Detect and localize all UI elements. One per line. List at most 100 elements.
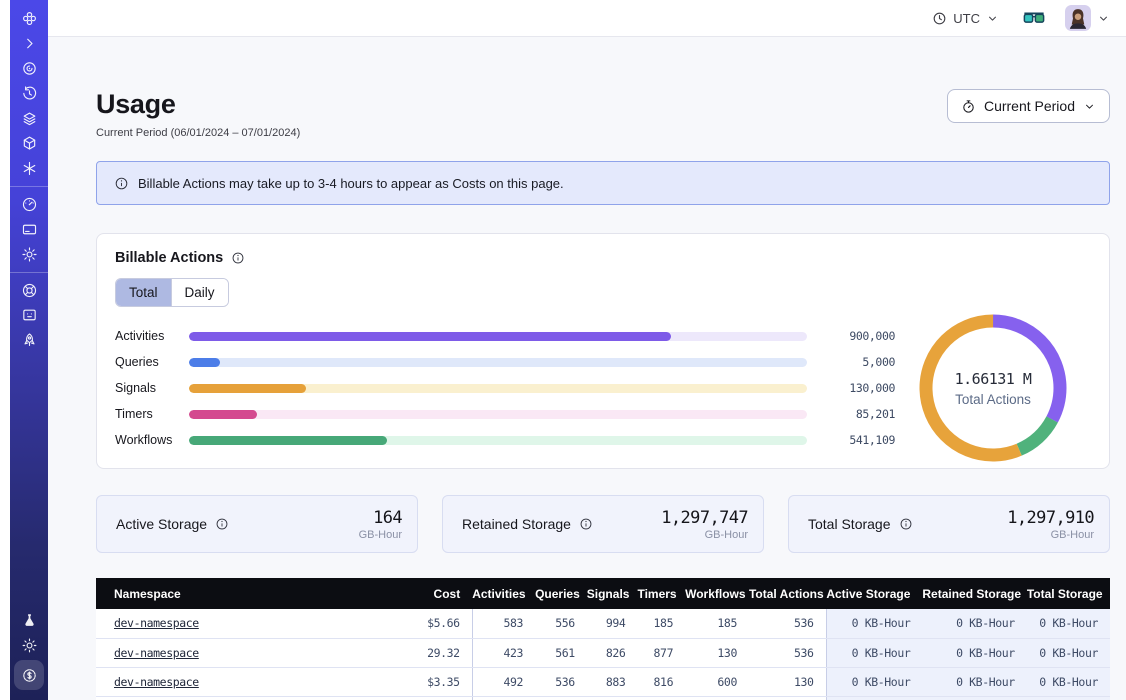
table-cell bbox=[587, 696, 638, 700]
main-area: Usage Current Period (06/01/2024 – 07/01… bbox=[48, 37, 1126, 700]
tab-total[interactable]: Total bbox=[116, 279, 171, 306]
chevron-right-icon[interactable] bbox=[17, 32, 41, 55]
table-cell: 0 KB-Hour bbox=[922, 638, 1026, 667]
column-header: Signals bbox=[587, 578, 638, 609]
layers-icon[interactable] bbox=[17, 107, 41, 130]
table-cell: 816 bbox=[637, 667, 685, 696]
bar-label: Workflows bbox=[115, 433, 189, 447]
table-cell: 423 bbox=[472, 638, 535, 667]
credit-card-icon[interactable] bbox=[17, 218, 41, 241]
storage-card-value: 164 bbox=[359, 508, 402, 528]
avatar bbox=[1065, 5, 1091, 31]
page-subtitle: Current Period (06/01/2024 – 07/01/2024) bbox=[96, 127, 300, 139]
table-cell: 561 bbox=[535, 638, 587, 667]
usage-nav-active[interactable] bbox=[14, 660, 44, 690]
table-cell bbox=[685, 696, 749, 700]
asterisk-icon[interactable] bbox=[17, 157, 41, 180]
bar-value: 85,201 bbox=[817, 407, 895, 421]
table-cell: 994 bbox=[587, 609, 638, 638]
column-header: Namespace bbox=[96, 578, 395, 609]
table-cell: 0 KB-Hour bbox=[922, 609, 1026, 638]
table-cell bbox=[637, 696, 685, 700]
column-header: Retained Storage bbox=[922, 578, 1026, 609]
bar-row: Workflows 541,109 bbox=[115, 427, 895, 453]
table-row: dev-namespace$3.354925368838166001300 KB… bbox=[96, 667, 1110, 696]
bar-value: 130,000 bbox=[817, 381, 895, 395]
table-row: dev-namespace29.324235618268771305360 KB… bbox=[96, 638, 1110, 667]
bar-row: Activities900,000 bbox=[115, 323, 895, 349]
gear-icon[interactable] bbox=[17, 243, 41, 266]
table-cell: 185 bbox=[637, 609, 685, 638]
bar-value: 541,109 bbox=[817, 433, 895, 447]
flask-icon[interactable] bbox=[17, 609, 41, 632]
table-row-partial bbox=[96, 696, 1110, 700]
bar-value: 5,000 bbox=[817, 355, 895, 369]
banner-text: Billable Actions may take up to 3-4 hour… bbox=[138, 176, 564, 191]
bar-label: Queries bbox=[115, 355, 189, 369]
table-cell: 583 bbox=[472, 609, 535, 638]
table-cell: $3.35 bbox=[395, 667, 472, 696]
period-dropdown-button[interactable]: Current Period bbox=[947, 89, 1110, 123]
table-cell: 185 bbox=[685, 609, 749, 638]
table-cell bbox=[749, 696, 826, 700]
bar-row: Queries 5,000 bbox=[115, 349, 895, 375]
bar-track bbox=[189, 384, 807, 393]
table-cell bbox=[96, 696, 395, 700]
namespace-usage-table: NamespaceCostActivitiesQueriesSignalsTim… bbox=[96, 578, 1110, 700]
user-menu[interactable] bbox=[1065, 5, 1110, 31]
sun-icon[interactable] bbox=[17, 634, 41, 657]
table-cell: 826 bbox=[587, 638, 638, 667]
info-banner: Billable Actions may take up to 3-4 hour… bbox=[96, 161, 1110, 205]
bar-track bbox=[189, 410, 807, 419]
storage-card-value: 1,297,910 bbox=[1007, 508, 1094, 528]
info-icon[interactable] bbox=[899, 517, 913, 531]
table-cell: 600 bbox=[685, 667, 749, 696]
namespaces-icon[interactable] bbox=[17, 57, 41, 80]
bar-track bbox=[189, 332, 807, 341]
table-cell: 0 KB-Hour bbox=[826, 667, 922, 696]
namespace-link[interactable]: dev-namespace bbox=[114, 616, 199, 630]
table-cell: dev-namespace bbox=[96, 667, 395, 696]
column-header: Total Storage bbox=[1027, 578, 1110, 609]
table-cell: 883 bbox=[587, 667, 638, 696]
donut-chart: 1.66131 M Total Actions bbox=[895, 313, 1091, 463]
table-cell bbox=[472, 696, 535, 700]
namespace-link[interactable]: dev-namespace bbox=[114, 675, 199, 689]
page-title: Usage bbox=[96, 89, 300, 120]
bar-label: Activities bbox=[115, 329, 189, 343]
bar-fill bbox=[189, 384, 306, 393]
temporal-logo[interactable] bbox=[17, 7, 41, 30]
donut-total-label: Total Actions bbox=[955, 392, 1031, 407]
bar-fill bbox=[189, 436, 387, 445]
table-cell: 0 KB-Hour bbox=[922, 667, 1026, 696]
table-cell: 536 bbox=[749, 609, 826, 638]
storage-card-label: Active Storage bbox=[116, 516, 207, 532]
stopwatch-icon bbox=[961, 99, 976, 114]
storage-card-label: Retained Storage bbox=[462, 516, 571, 532]
cube-icon[interactable] bbox=[17, 132, 41, 155]
bar-row: Timers85,201 bbox=[115, 401, 895, 427]
lifebuoy-icon[interactable] bbox=[17, 279, 41, 302]
info-icon[interactable] bbox=[231, 251, 245, 265]
history-icon[interactable] bbox=[17, 82, 41, 105]
column-header: Timers bbox=[637, 578, 685, 609]
monitor-feedback-icon[interactable] bbox=[17, 304, 41, 327]
storage-card-unit: GB-Hour bbox=[359, 529, 402, 541]
storage-cards: Active Storage 164 GB-Hour Retained Stor… bbox=[96, 495, 1110, 553]
rocket-icon[interactable] bbox=[17, 329, 41, 352]
total-storage-card: Total Storage 1,297,910 GB-Hour bbox=[788, 495, 1110, 553]
info-icon[interactable] bbox=[579, 517, 593, 531]
total-daily-tabs: Total Daily bbox=[115, 278, 229, 307]
bar-chart-rows: Activities900,000Queries5,000Signals130,… bbox=[115, 323, 895, 453]
bar-track bbox=[189, 436, 807, 445]
table-cell: 0 KB-Hour bbox=[826, 609, 922, 638]
info-icon[interactable] bbox=[215, 517, 229, 531]
tab-daily[interactable]: Daily bbox=[171, 279, 228, 306]
gauge-icon[interactable] bbox=[17, 193, 41, 216]
glasses-icon[interactable] bbox=[1023, 11, 1045, 26]
timezone-selector[interactable]: UTC bbox=[932, 11, 999, 26]
namespace-link[interactable]: dev-namespace bbox=[114, 646, 199, 660]
table-cell: 0 KB-Hour bbox=[1027, 609, 1110, 638]
table-cell bbox=[535, 696, 587, 700]
chevron-down-icon bbox=[1097, 12, 1110, 25]
